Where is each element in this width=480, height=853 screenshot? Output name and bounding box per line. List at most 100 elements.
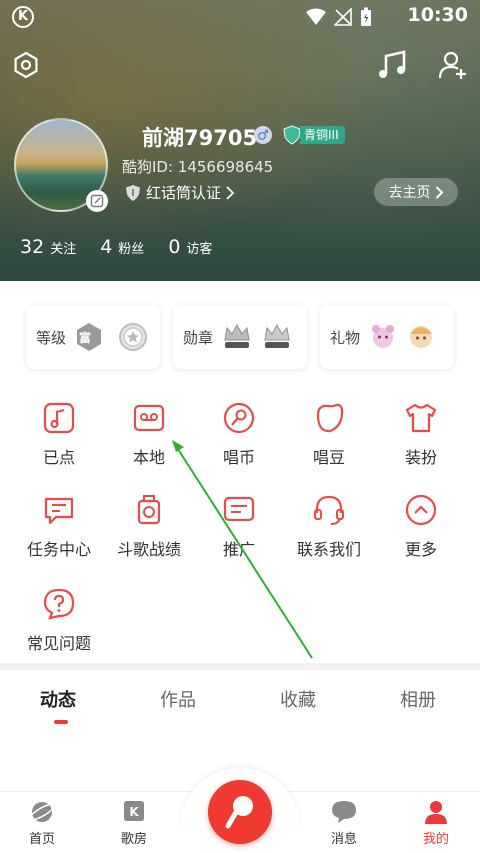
level-text: 青铜III — [300, 126, 345, 144]
nav-messages[interactable]: 消息 — [314, 798, 374, 847]
verify-label: 红话筒认证 — [146, 184, 222, 202]
active-tab-indicator — [54, 720, 68, 724]
menu-item-faq[interactable]: 常见问题 — [14, 586, 104, 654]
menu-item-more[interactable]: 更多 — [376, 492, 466, 560]
male-gender-icon — [254, 126, 272, 144]
gift-bear-icon — [372, 325, 395, 348]
shield-verify-icon — [126, 184, 140, 201]
stat-number: 0 — [168, 236, 181, 258]
status-icons — [306, 7, 372, 27]
menu-item-coins[interactable]: 唱币 — [194, 400, 284, 468]
card-label: 礼物 — [330, 328, 361, 347]
username: 前湖79705 — [142, 126, 258, 150]
avatar-edit-badge[interactable] — [86, 190, 108, 212]
profile-header: K 10:30 前湖79705 青铜III 酷狗ID: 1456698645 红… — [0, 0, 480, 281]
tshirt-icon — [403, 400, 439, 436]
gift-doll-icon — [410, 326, 433, 348]
message-icon — [332, 801, 356, 823]
nav-mine[interactable]: 我的 — [406, 798, 466, 847]
menu-label: 已点 — [42, 448, 75, 467]
question-icon — [41, 586, 77, 622]
menu-item-ordered[interactable]: 已点 — [14, 400, 104, 468]
nav-label: 首页 — [28, 832, 55, 847]
tab-album[interactable]: 相册 — [400, 686, 436, 712]
chevron-up-icon — [403, 492, 439, 528]
music-note-icon — [41, 400, 77, 436]
nav-label: 我的 — [422, 832, 449, 847]
stat-label: 关注 — [50, 242, 77, 257]
menu-label: 唱币 — [222, 448, 255, 467]
music-button[interactable] — [376, 48, 410, 82]
menu-item-outfit[interactable]: 装扮 — [376, 400, 466, 468]
menu-item-tasks[interactable]: 任务中心 — [14, 492, 104, 560]
headset-icon — [311, 492, 347, 528]
card-gifts[interactable]: 礼物 — [320, 305, 454, 369]
stat-label: 粉丝 — [118, 242, 145, 257]
card-label: 勋章 — [183, 328, 214, 347]
profile-screen: K 10:30 前湖79705 青铜III 酷狗ID: 1456698645 红… — [0, 0, 480, 853]
mic-coin-icon — [221, 400, 257, 436]
chevron-right-icon — [226, 185, 235, 200]
menu-item-beans[interactable]: 唱豆 — [284, 400, 374, 468]
go-home-label: 去主页 — [388, 185, 431, 201]
mic-verify-link[interactable]: 红话筒认证 — [124, 182, 235, 203]
bean-icon — [311, 400, 347, 436]
card-label: 等级 — [36, 328, 67, 347]
section-divider — [0, 663, 480, 670]
tab-favorites[interactable]: 收藏 — [280, 686, 316, 712]
menu-label: 联系我们 — [296, 540, 361, 559]
cassette-icon — [131, 400, 167, 436]
card-level[interactable]: 等级 富 — [26, 305, 160, 369]
menu-item-contact[interactable]: 联系我们 — [284, 492, 374, 560]
go-home-button[interactable]: 去主页 — [374, 178, 458, 206]
stat-visitors[interactable]: 0 访客 — [168, 236, 212, 258]
microphone-icon — [225, 796, 253, 829]
add-friend-button[interactable] — [436, 48, 470, 82]
level-badge[interactable]: 青铜III — [282, 125, 345, 145]
nav-home[interactable]: 首页 — [12, 798, 72, 847]
status-time: 10:30 — [407, 4, 468, 26]
stat-number: 4 — [100, 236, 113, 258]
add-user-icon — [438, 51, 466, 79]
tab-works[interactable]: 作品 — [160, 686, 196, 712]
no-signal-icon — [334, 8, 352, 26]
crown-medal-icon — [264, 323, 290, 348]
menu-item-battle-record[interactable]: 斗歌战绩 — [104, 492, 194, 560]
status-bar: K 10:30 — [0, 0, 480, 34]
user-icon — [425, 801, 447, 824]
star-badge-icon — [119, 323, 148, 351]
nav-label: 消息 — [330, 832, 357, 847]
wifi-icon — [306, 8, 326, 25]
stat-fans[interactable]: 4 粉丝 — [100, 236, 144, 258]
menu-label: 推广 — [222, 540, 255, 559]
k-room-icon: K — [124, 801, 144, 821]
menu-label: 常见问题 — [26, 634, 91, 653]
menu-label: 唱豆 — [312, 448, 345, 467]
settings-hex-icon — [14, 51, 38, 79]
svg-text:K: K — [129, 805, 139, 819]
battery-icon — [361, 7, 371, 26]
planet-icon — [28, 802, 56, 822]
nav-karaoke-room[interactable]: K 歌房 — [104, 798, 164, 847]
menu-label: 装扮 — [404, 448, 437, 467]
stats-row: 32 关注 4 粉丝 0 访客 — [20, 236, 236, 258]
chevron-right-icon — [435, 185, 443, 199]
menu-item-local[interactable]: 本地 — [104, 400, 194, 468]
app-k-icon: K — [12, 6, 34, 28]
menu-label: 更多 — [404, 540, 437, 559]
settings-button[interactable] — [9, 48, 43, 82]
trophy-icon — [131, 492, 167, 528]
promo-icon — [221, 492, 257, 528]
kugou-id: 酷狗ID: 1456698645 — [122, 158, 274, 176]
profile-cards: 等级 富 勋章 礼物 — [26, 305, 454, 369]
menu-label: 本地 — [132, 448, 165, 467]
sing-button[interactable] — [208, 780, 272, 844]
tab-activity[interactable]: 动态 — [40, 686, 76, 712]
music-note-icon — [379, 50, 406, 78]
task-icon — [41, 492, 77, 528]
stat-following[interactable]: 32 关注 — [20, 236, 76, 258]
card-medals[interactable]: 勋章 — [173, 305, 307, 369]
menu-item-promote[interactable]: 推广 — [194, 492, 284, 560]
crown-medal-icon — [224, 323, 250, 348]
menu-label: 任务中心 — [26, 540, 91, 559]
